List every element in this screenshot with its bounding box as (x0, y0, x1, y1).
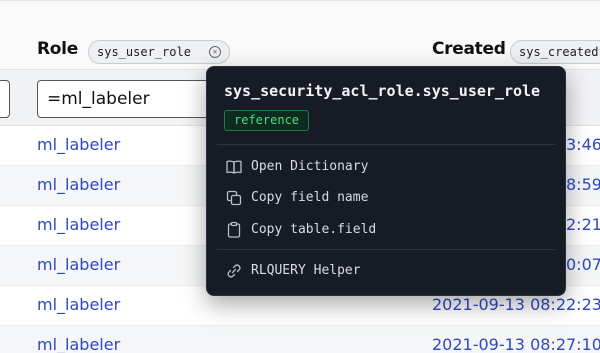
copy-icon (226, 190, 242, 206)
field-type-badge: reference (224, 110, 310, 131)
menu-item-copy-table-field[interactable]: Copy table.field (217, 216, 555, 244)
field-chip-role-label: sys_user_role (97, 45, 191, 59)
menu-item-open-dictionary[interactable]: Open Dictionary (217, 153, 555, 181)
created-timestamp[interactable]: 2021-09-13 08:22:23 (432, 295, 600, 314)
remove-chip-icon[interactable]: ✕ (209, 46, 221, 58)
menu-item-label: Copy table.field (251, 222, 377, 237)
popup-title: sys_security_acl_role.sys_user_role (224, 82, 541, 100)
table-header: Role sys_user_role ✕ Created sys_created (0, 0, 600, 70)
role-link[interactable]: ml_labeler (37, 295, 120, 314)
column-title-created[interactable]: Created (432, 39, 506, 59)
filter-input-previous[interactable] (0, 80, 10, 118)
table-row: ml_labeler 2021-09-13 08:27:10 (0, 326, 600, 353)
popup-divider (217, 144, 555, 145)
role-link[interactable]: ml_labeler (37, 135, 120, 154)
column-title-role[interactable]: Role (37, 39, 78, 59)
role-link[interactable]: ml_labeler (37, 215, 120, 234)
role-link[interactable]: ml_labeler (37, 335, 120, 353)
menu-item-label: Open Dictionary (251, 159, 369, 174)
clipboard-icon (227, 221, 241, 238)
field-chip-role[interactable]: sys_user_role ✕ (88, 40, 230, 64)
book-icon (226, 160, 242, 174)
menu-item-label: RLQUERY Helper (251, 263, 361, 278)
role-link[interactable]: ml_labeler (37, 175, 120, 194)
popup-divider (217, 249, 555, 250)
menu-item-copy-field-name[interactable]: Copy field name (217, 184, 555, 212)
created-timestamp[interactable]: 2021-09-13 08:27:10 (432, 335, 600, 353)
field-chip-created[interactable]: sys_created (510, 40, 600, 64)
menu-item-label: Copy field name (251, 190, 369, 205)
field-chip-created-label: sys_created (519, 45, 599, 59)
link-icon (227, 264, 241, 278)
field-context-popup: sys_security_acl_role.sys_user_role refe… (206, 66, 566, 296)
role-link[interactable]: ml_labeler (37, 255, 120, 274)
menu-item-rlquery-helper[interactable]: RLQUERY Helper (217, 257, 555, 285)
